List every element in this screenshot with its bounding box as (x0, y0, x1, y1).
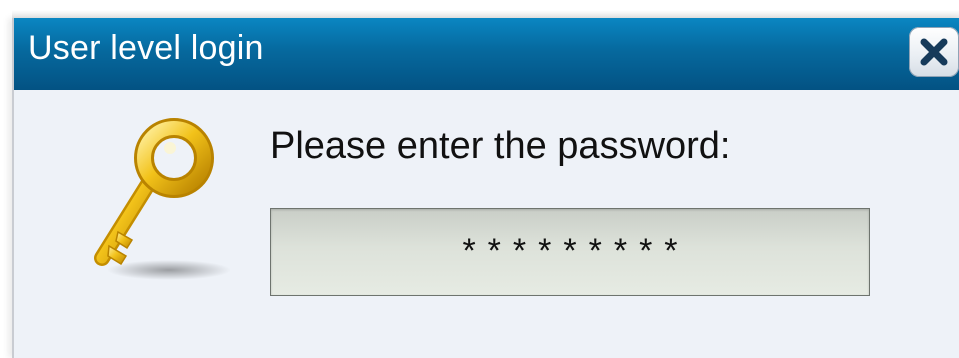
title-bar[interactable]: User level login (14, 18, 959, 90)
close-icon (920, 38, 948, 66)
close-button[interactable] (909, 27, 959, 77)
dialog-title: User level login (28, 29, 264, 67)
login-dialog: User level login Please enter the passwo… (12, 10, 959, 358)
key-icon (94, 118, 231, 280)
password-field[interactable]: ********* (270, 208, 870, 296)
password-prompt-label: Please enter the password: (270, 125, 731, 167)
password-masked-value: ********* (462, 232, 690, 270)
